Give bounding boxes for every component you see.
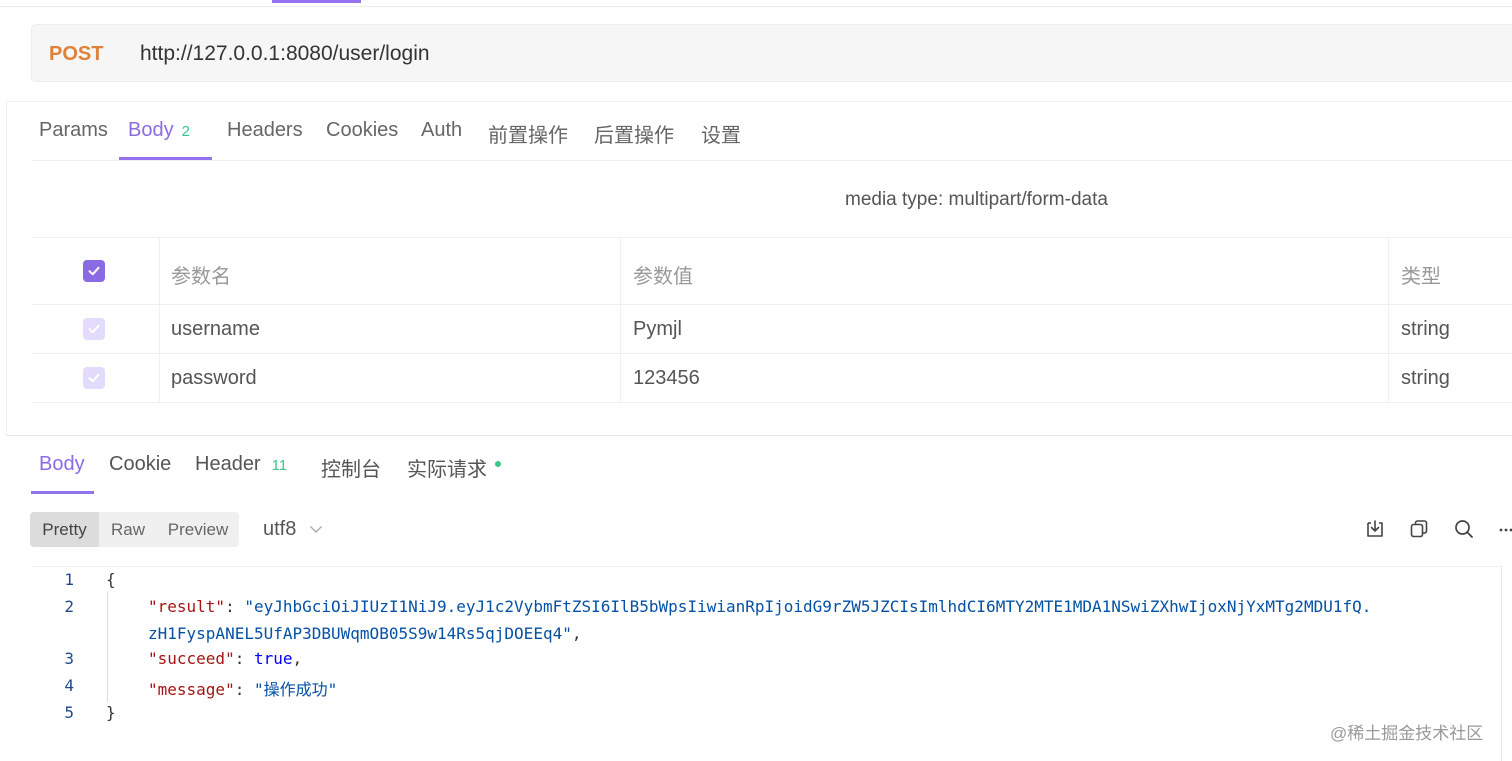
param-type-cell[interactable]: string bbox=[1401, 318, 1450, 341]
tab-cookies[interactable]: Cookies bbox=[326, 119, 398, 142]
select-all-checkbox[interactable] bbox=[83, 260, 105, 282]
response-tab-cookie[interactable]: Cookie bbox=[109, 453, 171, 476]
tab-post-operations[interactable]: 后置操作 bbox=[594, 119, 674, 148]
code-line-result: "result": "eyJhbGciOiJIUzI1NiJ9.eyJ1c2Vy… bbox=[148, 597, 1372, 616]
response-tab-header-label: Header bbox=[195, 453, 261, 475]
json-key-result: "result" bbox=[148, 597, 226, 616]
code-line-succeed: "succeed": true, bbox=[148, 649, 303, 668]
check-icon bbox=[88, 324, 100, 334]
indent-guide bbox=[107, 592, 108, 702]
response-tab-console[interactable]: 控制台 bbox=[321, 453, 381, 482]
line-number: 4 bbox=[64, 676, 74, 695]
url-input[interactable]: http://127.0.0.1:8080/user/login bbox=[140, 42, 430, 66]
view-pretty-button[interactable]: Pretty bbox=[30, 512, 99, 547]
tab-params[interactable]: Params bbox=[39, 119, 108, 142]
divider bbox=[6, 101, 7, 435]
check-icon bbox=[88, 373, 100, 383]
row-enable-checkbox[interactable] bbox=[83, 367, 105, 389]
check-icon bbox=[88, 266, 100, 276]
param-name-cell[interactable]: username bbox=[171, 318, 260, 341]
row-divider bbox=[31, 304, 1512, 305]
status-dot bbox=[495, 461, 501, 467]
copy-icon[interactable] bbox=[1408, 518, 1430, 540]
view-raw-button[interactable]: Raw bbox=[99, 512, 157, 547]
more-icon[interactable] bbox=[1498, 518, 1512, 540]
active-tab-underline bbox=[31, 491, 94, 494]
tab-body-count: 2 bbox=[181, 123, 190, 140]
view-preview-button[interactable]: Preview bbox=[157, 512, 239, 547]
line-number: 5 bbox=[64, 703, 74, 722]
response-tab-header-count: 11 bbox=[271, 457, 288, 474]
tab-body-label: Body bbox=[128, 119, 174, 141]
tab-settings[interactable]: 设置 bbox=[701, 119, 741, 148]
active-document-tab-indicator bbox=[272, 0, 361, 3]
line-number: 3 bbox=[64, 649, 74, 668]
watermark: @稀土掘金技术社区 bbox=[1330, 724, 1484, 743]
line-number: 1 bbox=[64, 570, 74, 589]
column-divider bbox=[1388, 237, 1389, 403]
json-value-succeed: true bbox=[253, 649, 293, 668]
json-key-succeed: "succeed" bbox=[148, 649, 235, 668]
column-header-value: 参数值 bbox=[633, 266, 693, 288]
editor-border bbox=[31, 566, 1501, 567]
row-divider bbox=[31, 353, 1512, 354]
tab-pre-operations[interactable]: 前置操作 bbox=[488, 119, 568, 148]
column-header-name: 参数名 bbox=[171, 266, 231, 288]
column-header-type: 类型 bbox=[1401, 266, 1441, 288]
divider bbox=[6, 101, 1512, 102]
param-name-cell[interactable]: password bbox=[171, 367, 257, 390]
column-divider bbox=[159, 237, 160, 403]
json-key-message: "message" bbox=[148, 680, 235, 699]
editor-scrollbar[interactable] bbox=[1501, 566, 1502, 761]
panel-divider[interactable] bbox=[6, 435, 1512, 436]
http-method-select[interactable]: POST bbox=[49, 43, 103, 66]
media-type-label[interactable]: media type: multipart/form-data bbox=[845, 189, 1108, 211]
param-value-cell[interactable]: Pymjl bbox=[633, 318, 682, 341]
param-type-cell[interactable]: string bbox=[1401, 367, 1450, 390]
response-tab-body[interactable]: Body bbox=[39, 453, 85, 476]
body-params-table: 参数名 参数值 类型 username Pymjl string passwor… bbox=[31, 237, 1512, 403]
row-divider bbox=[31, 237, 1512, 238]
tab-auth[interactable]: Auth bbox=[421, 119, 462, 142]
tab-headers[interactable]: Headers bbox=[227, 119, 303, 142]
code-line-result-wrap: zH1FyspANEL5UfAP3DBUWqmOB05S9w14Rs5qjDOE… bbox=[148, 624, 582, 643]
column-divider bbox=[620, 237, 621, 403]
search-icon[interactable] bbox=[1453, 518, 1475, 540]
response-tab-header[interactable]: Header 11 bbox=[195, 453, 287, 476]
top-tab-strip bbox=[0, 0, 1512, 7]
line-number: 2 bbox=[64, 597, 74, 616]
row-divider bbox=[31, 402, 1512, 403]
view-mode-toggle: Pretty Raw Preview bbox=[30, 512, 239, 547]
encoding-select[interactable]: utf8 bbox=[263, 518, 296, 541]
chevron-down-icon[interactable] bbox=[309, 522, 323, 536]
code-open-brace: { bbox=[106, 570, 116, 589]
row-enable-checkbox[interactable] bbox=[83, 318, 105, 340]
divider bbox=[31, 160, 1512, 161]
param-value-cell[interactable]: 123456 bbox=[633, 367, 700, 390]
json-value-message: "操作成功" bbox=[253, 680, 338, 699]
download-icon[interactable] bbox=[1364, 518, 1386, 540]
json-value-result-part2: zH1FyspANEL5UfAP3DBUWqmOB05S9w14Rs5qjDOE… bbox=[148, 624, 572, 643]
code-line-message: "message": "操作成功" bbox=[148, 680, 338, 699]
tab-body[interactable]: Body 2 bbox=[128, 119, 190, 142]
response-tab-actual-request[interactable]: 实际请求 bbox=[407, 453, 487, 482]
json-value-result-part1: "eyJhbGciOiJIUzI1NiJ9.eyJ1c2VybmFtZSI6Il… bbox=[244, 597, 1372, 616]
code-close-brace: } bbox=[106, 703, 116, 722]
